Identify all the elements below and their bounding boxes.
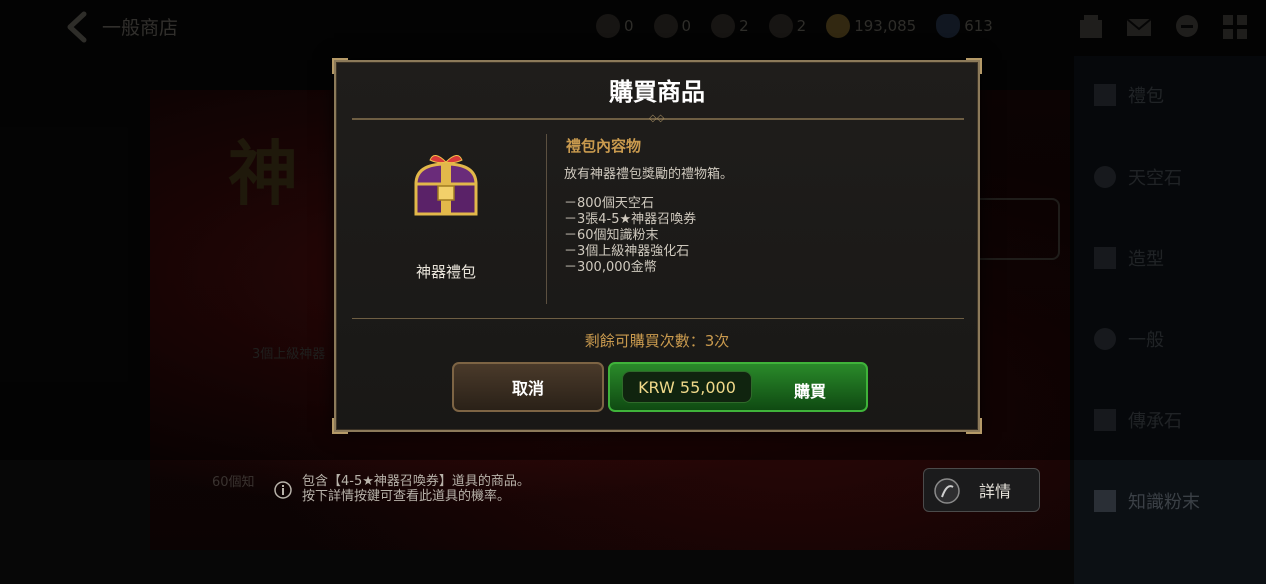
contents-description: 放有神器禮包獎勵的禮物箱。 (564, 167, 734, 182)
contents-list: －800個天空石 －3張4-5★神器召喚券 －60個知識粉末 －3個上級神器強化… (564, 196, 696, 276)
dialog-title: 購買商品 (609, 78, 705, 106)
list-item: －3張4-5★神器召喚券 (564, 212, 697, 227)
list-item: －800個天空石 (564, 196, 654, 211)
cancel-button[interactable]: 取消 (452, 362, 604, 412)
notice-text: 包含【4-5★神器召喚券】道具的商品。 按下詳情按鍵可查看此道具的機率。 (302, 474, 530, 504)
frame-corner (332, 418, 348, 434)
purchase-button[interactable]: KRW 55,000 購買 (608, 362, 868, 412)
purchase-button-label: 購買 (794, 382, 827, 401)
cancel-button-label: 取消 (511, 379, 544, 398)
probability-notice: 包含【4-5★神器召喚券】道具的商品。 按下詳情按鍵可查看此道具的機率。 (274, 474, 530, 504)
treasure-chest-icon (414, 155, 478, 216)
footer-divider (352, 318, 964, 319)
detail-button[interactable]: 詳情 (923, 468, 1040, 512)
list-item: －60個知識粉末 (564, 228, 659, 243)
price-label: KRW 55,000 (638, 377, 736, 397)
divider-ornament-icon: ◇◇ (649, 113, 665, 124)
remaining-purchases: 剩餘可購買次數：3次 (584, 332, 730, 350)
artifact-detail-icon (934, 478, 960, 504)
sidebar-item-knowledge-powder[interactable]: 知識粉末 (1094, 488, 1200, 514)
detail-button-label: 詳情 (978, 482, 1011, 501)
background-count-text: 60個知 (212, 475, 255, 490)
list-item: －3個上級神器強化石 (564, 244, 690, 259)
vertical-divider (546, 134, 547, 304)
purchase-dialog: 購買商品 ◇◇ 神器禮包 禮包內容物 放有神器禮包獎勵的禮物箱。 －800個天空… (332, 58, 982, 434)
list-item: －300,000金幣 (564, 260, 657, 275)
info-icon (274, 481, 292, 499)
contents-heading: 禮包內容物 (566, 137, 642, 155)
frame-corner (966, 418, 982, 434)
price-badge: KRW 55,000 (622, 371, 752, 403)
notice-line-2: 按下詳情按鍵可查看此道具的機率。 (302, 489, 511, 504)
knowledge-powder-icon (1094, 490, 1116, 512)
notice-line-1: 包含【4-5★神器召喚券】道具的商品。 (302, 474, 530, 489)
item-name: 神器禮包 (415, 263, 476, 281)
